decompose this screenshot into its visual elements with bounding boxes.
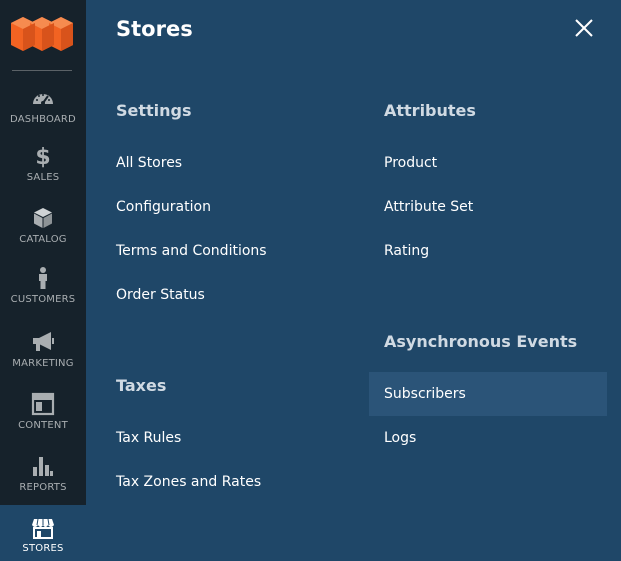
sidebar-item-label: REPORTS <box>19 482 67 493</box>
svg-text:$: $ <box>35 145 50 168</box>
menu-link-configuration[interactable]: Configuration <box>116 185 211 229</box>
stores-flyout-panel: Stores Settings All Stores Configuration… <box>86 0 621 561</box>
admin-app: DASHBOARD $ SALES CATALOG CUSTOMERS MARK… <box>0 0 621 561</box>
bar-chart-icon <box>33 457 53 476</box>
menu-link-tax-rules[interactable]: Tax Rules <box>116 416 181 460</box>
layout-icon <box>31 392 55 416</box>
menu-link-logs[interactable]: Logs <box>384 416 416 460</box>
sidebar-item-label: MARKETING <box>12 358 74 369</box>
sidebar-item-customers[interactable]: CUSTOMERS <box>0 266 86 328</box>
menu-link-attribute-set[interactable]: Attribute Set <box>384 185 473 229</box>
section-title-taxes: Taxes <box>116 376 167 395</box>
sidebar-divider <box>12 70 72 71</box>
dollar-icon: $ <box>35 145 50 168</box>
sidebar-item-dashboard[interactable]: DASHBOARD <box>0 86 86 148</box>
close-icon[interactable] <box>571 15 597 41</box>
sidebar-item-sales[interactable]: $ SALES <box>0 144 86 206</box>
sidebar-item-label: DASHBOARD <box>10 114 76 125</box>
menu-link-order-status[interactable]: Order Status <box>116 273 205 317</box>
panel-title: Stores <box>116 17 193 41</box>
section-title-attributes: Attributes <box>384 101 476 120</box>
menu-link-subscribers[interactable]: Subscribers <box>369 372 607 416</box>
menu-link-all-stores[interactable]: All Stores <box>116 141 182 185</box>
sidebar-item-content[interactable]: CONTENT <box>0 392 86 454</box>
menu-link-tax-zones-and-rates[interactable]: Tax Zones and Rates <box>116 460 261 504</box>
sidebar-item-label: CATALOG <box>19 234 67 245</box>
megaphone-icon <box>33 332 54 351</box>
storefront-icon <box>32 518 54 539</box>
sidebar-item-label: CONTENT <box>18 420 68 431</box>
section-title-asynchronous-events: Asynchronous Events <box>384 332 578 351</box>
magento-logo-icon[interactable] <box>9 15 77 51</box>
menu-link-terms-and-conditions[interactable]: Terms and Conditions <box>116 229 267 273</box>
section-title-settings: Settings <box>116 101 192 120</box>
cube-icon <box>34 208 52 228</box>
sidebar-item-marketing[interactable]: MARKETING <box>0 330 86 392</box>
sidebar-item-label: STORES <box>22 543 64 554</box>
sidebar-item-label: SALES <box>26 172 60 183</box>
speedometer-icon <box>33 94 53 105</box>
sidebar-item-label: CUSTOMERS <box>10 294 76 305</box>
sidebar-item-stores[interactable]: STORES <box>0 505 86 561</box>
person-icon <box>39 267 47 289</box>
menu-link-product[interactable]: Product <box>384 141 437 185</box>
sidebar-item-catalog[interactable]: CATALOG <box>0 206 86 268</box>
admin-sidebar: DASHBOARD $ SALES CATALOG CUSTOMERS MARK… <box>0 0 86 561</box>
menu-link-rating[interactable]: Rating <box>384 229 429 273</box>
